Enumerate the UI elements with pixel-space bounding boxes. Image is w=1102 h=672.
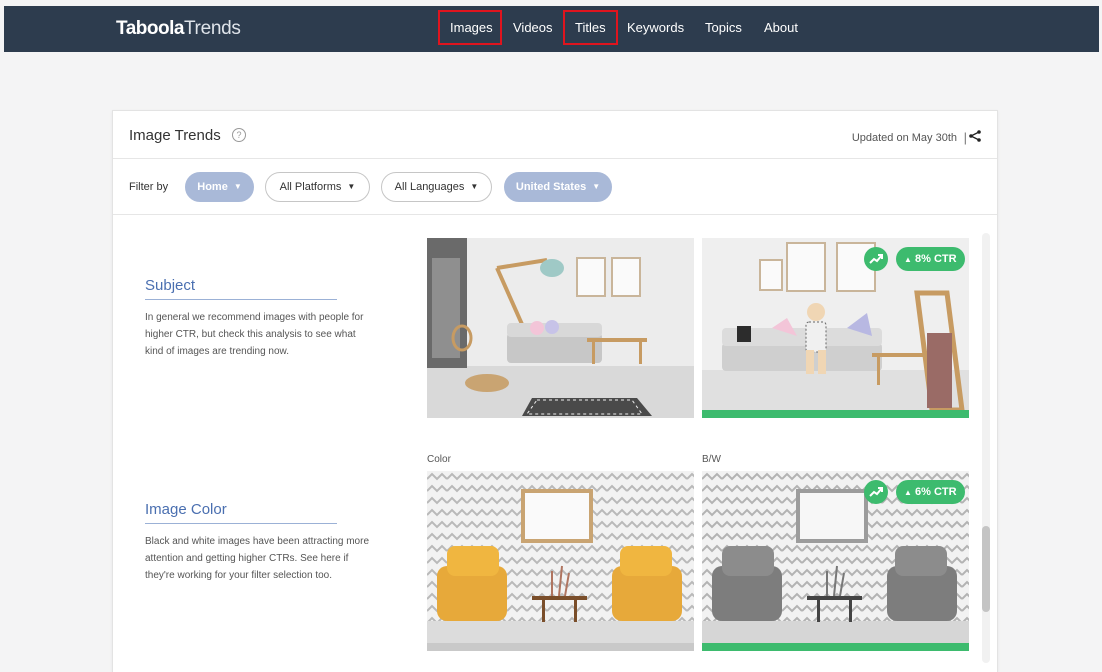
card-header: Image Trends ? Updated on May 30th | <box>113 111 997 159</box>
column-label-color: Color <box>427 454 451 465</box>
filter-platforms-label: All Platforms <box>279 181 342 193</box>
section-title-image-color: Image Color <box>145 501 227 518</box>
header-separator: | <box>963 130 967 145</box>
taboola-trends-logo[interactable]: TaboolaTrends <box>116 18 241 40</box>
filter-home-label: Home <box>197 181 228 193</box>
filter-country-label: United States <box>515 181 587 193</box>
filter-languages-dropdown[interactable]: All Languages ▼ <box>381 172 492 202</box>
share-icon[interactable] <box>969 130 981 142</box>
filter-by-label: Filter by <box>129 181 169 193</box>
filter-row: Filter by Home ▼ All Platforms ▼ All Langu… <box>113 159 997 215</box>
ctr-badge: ▲ 8% CTR <box>896 247 965 271</box>
section-underline <box>145 523 337 524</box>
chairs-color-photo <box>427 471 694 643</box>
subject-image-room[interactable] <box>427 238 694 418</box>
section-title-subject: Subject <box>145 277 196 294</box>
updated-date: Updated on May 30th <box>851 132 957 144</box>
section-desc-image-color: Black and white images have been attract… <box>145 536 370 581</box>
image-bar <box>427 643 694 651</box>
ctr-value: 8% CTR <box>914 253 957 265</box>
top-navbar: TaboolaTrends Images Videos Titles Keywo… <box>4 6 1099 52</box>
column-label-bw: B/W <box>702 454 721 465</box>
section-underline <box>145 299 337 300</box>
question-circle-icon[interactable]: ? <box>232 128 246 142</box>
caret-down-icon: ▼ <box>470 182 479 191</box>
room-photo <box>427 238 694 418</box>
winner-bar <box>702 643 969 651</box>
ctr-value: 6% CTR <box>914 486 957 498</box>
trend-up-icon <box>864 480 888 504</box>
image-trends-card: Image Trends ? Updated on May 30th | Fil… <box>112 110 998 672</box>
highlight-box-images <box>438 10 502 45</box>
card-title: Image Trends <box>129 127 221 144</box>
logo-light-text: Trends <box>183 18 241 39</box>
caret-down-icon: ▼ <box>233 182 242 191</box>
nav-item-keywords[interactable]: Keywords <box>627 20 684 35</box>
up-arrow-icon: ▲ <box>904 255 912 264</box>
nav-item-videos[interactable]: Videos <box>513 20 553 35</box>
trend-up-icon <box>864 247 888 271</box>
nav-item-topics[interactable]: Topics <box>705 20 742 35</box>
section-desc-subject: In general we recommend images with peop… <box>145 312 364 357</box>
up-arrow-icon: ▲ <box>904 488 912 497</box>
logo-bold-text: Taboola <box>116 18 184 39</box>
winner-bar <box>702 410 969 418</box>
filter-languages-label: All Languages <box>394 181 465 193</box>
caret-down-icon: ▼ <box>592 182 601 191</box>
caret-down-icon: ▼ <box>347 182 356 191</box>
nav-item-about[interactable]: About <box>764 20 798 35</box>
color-image-chairs[interactable] <box>427 471 694 643</box>
ctr-badge: ▲ 6% CTR <box>896 480 965 504</box>
filter-home-dropdown[interactable]: Home ▼ <box>185 172 254 202</box>
filter-platforms-dropdown[interactable]: All Platforms ▼ <box>265 172 370 202</box>
highlight-box-titles <box>563 10 618 45</box>
filter-country-dropdown[interactable]: United States ▼ <box>504 172 612 202</box>
scrollbar-thumb[interactable] <box>982 526 990 612</box>
